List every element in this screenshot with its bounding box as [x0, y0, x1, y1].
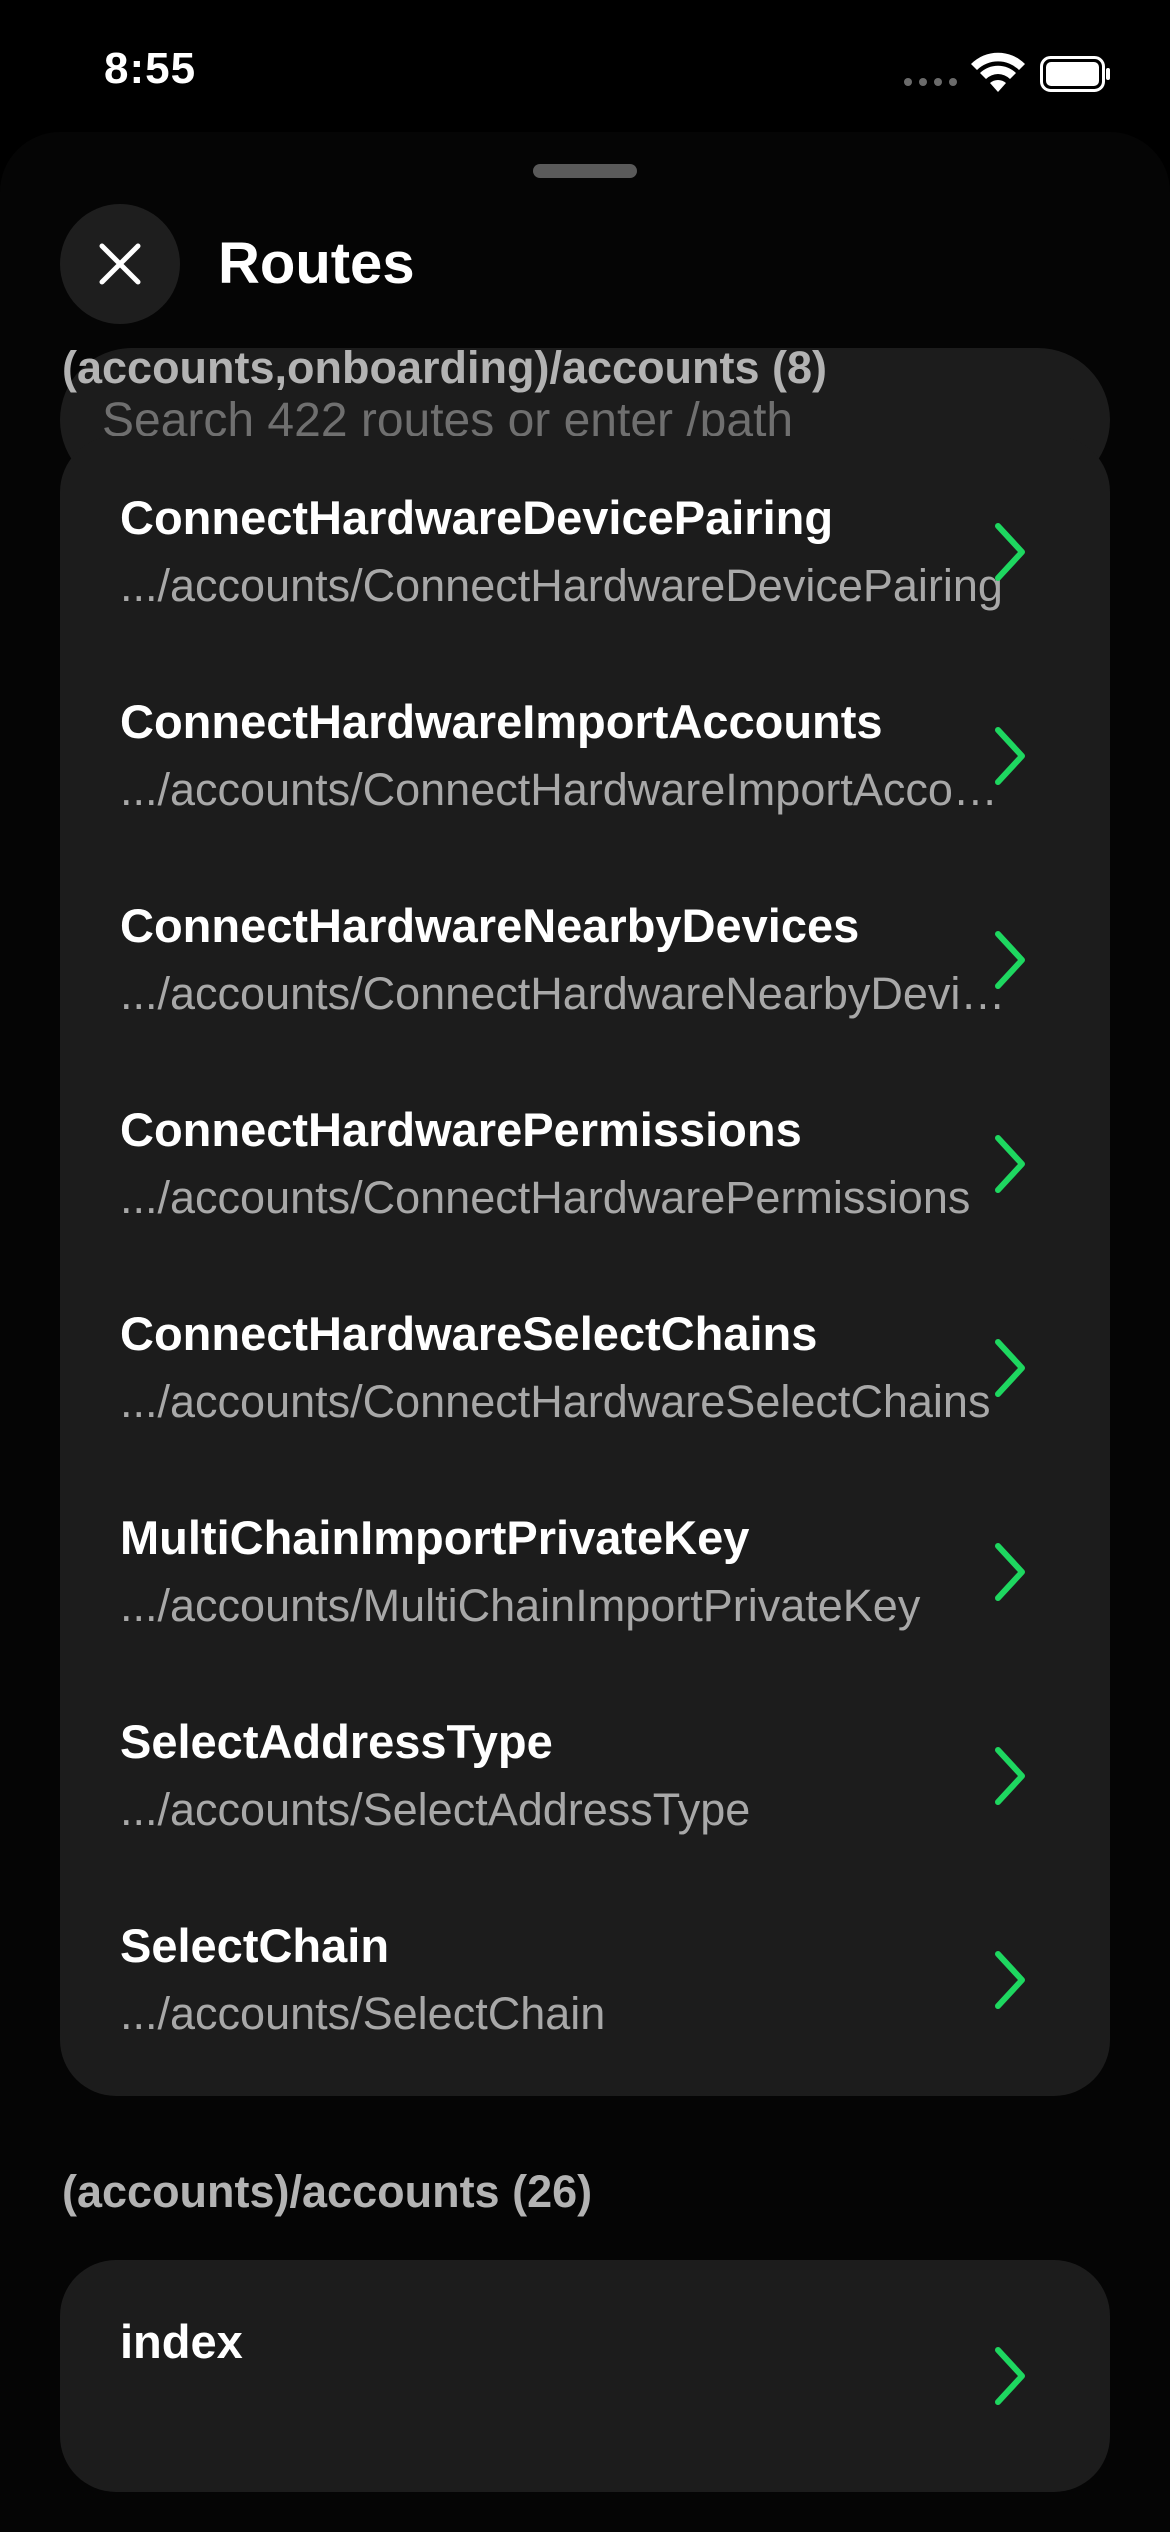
chevron-right-icon: [995, 1951, 1025, 2009]
route-path: .../accounts/ConnectHardwareNearbyDevice…: [120, 968, 1020, 1019]
route-name: MultiChainImportPrivateKey: [120, 1511, 750, 1564]
chevron-right-icon: [995, 1339, 1025, 1397]
page-title: Routes: [218, 231, 415, 296]
route-list-card: index: [60, 2260, 1110, 2492]
route-path: .../accounts/MultiChainImportPrivateKey: [120, 1580, 921, 1631]
sheet-grabber[interactable]: [533, 164, 637, 178]
route-row[interactable]: ConnectHardwarePermissions .../accounts/C…: [60, 1062, 1110, 1266]
route-name: ConnectHardwareNearbyDevices: [120, 899, 860, 952]
route-name: ConnectHardwareImportAccounts: [120, 695, 883, 748]
route-path: .../accounts/SelectChain: [120, 1988, 606, 2039]
route-row[interactable]: ConnectHardwareImportAccounts .../account…: [60, 654, 1110, 858]
cellular-signal-icon: [904, 78, 957, 86]
section-header: (accounts,onboarding)/accounts (8): [62, 342, 828, 393]
chevron-right-icon: [995, 2347, 1025, 2405]
route-name: SelectChain: [120, 1919, 390, 1972]
chevron-right-icon: [995, 1135, 1025, 1193]
route-path: .../accounts/ConnectHardwareSelectChains: [120, 1376, 991, 1427]
route-row[interactable]: SelectAddressType .../accounts/SelectAddr…: [60, 1674, 1110, 1878]
chevron-right-icon: [995, 523, 1025, 581]
section-header: (accounts)/accounts (26): [62, 2166, 593, 2217]
route-row[interactable]: ConnectHardwareDevicePairing .../accounts…: [60, 450, 1110, 654]
route-name: ConnectHardwareSelectChains: [120, 1307, 818, 1360]
routes-sheet: Routes (accounts,onboarding)/accounts (8…: [0, 132, 1170, 2532]
route-name: ConnectHardwarePermissions: [120, 1103, 802, 1156]
wifi-icon: [971, 52, 1025, 92]
screen: 8:55 Routes (accounts,onboarding)/acco: [0, 0, 1170, 2532]
chevron-right-icon: [995, 727, 1025, 785]
battery-icon: [1040, 56, 1110, 92]
status-time: 8:55: [104, 44, 197, 93]
route-name: SelectAddressType: [120, 1715, 553, 1768]
close-button[interactable]: [60, 204, 180, 324]
route-row[interactable]: MultiChainImportPrivateKey .../accounts/M…: [60, 1470, 1110, 1674]
close-icon: [99, 243, 141, 285]
route-name: ConnectHardwareDevicePairing: [120, 491, 834, 544]
chevron-right-icon: [995, 1543, 1025, 1601]
chevron-right-icon: [995, 931, 1025, 989]
route-row[interactable]: ConnectHardwareSelectChains .../accounts/…: [60, 1266, 1110, 1470]
route-name: index: [120, 2315, 243, 2368]
status-bar: 8:55: [0, 0, 1170, 150]
chevron-right-icon: [995, 1747, 1025, 1805]
route-path: .../accounts/ConnectHardwareImportAccoun…: [120, 764, 1020, 815]
route-path: .../accounts/ConnectHardwarePermissions: [120, 1172, 971, 1223]
route-list-card: ConnectHardwareDevicePairing .../accounts…: [60, 436, 1110, 2096]
route-path: .../accounts/SelectAddressType: [120, 1784, 751, 1835]
sheet-header: Routes: [60, 204, 1110, 324]
route-row[interactable]: SelectChain .../accounts/SelectChain: [60, 1878, 1110, 2082]
route-path: .../accounts/ConnectHardwareDevicePairin…: [120, 560, 1003, 611]
route-row[interactable]: index: [60, 2274, 1110, 2478]
route-row[interactable]: ConnectHardwareNearbyDevices .../accounts…: [60, 858, 1110, 1062]
